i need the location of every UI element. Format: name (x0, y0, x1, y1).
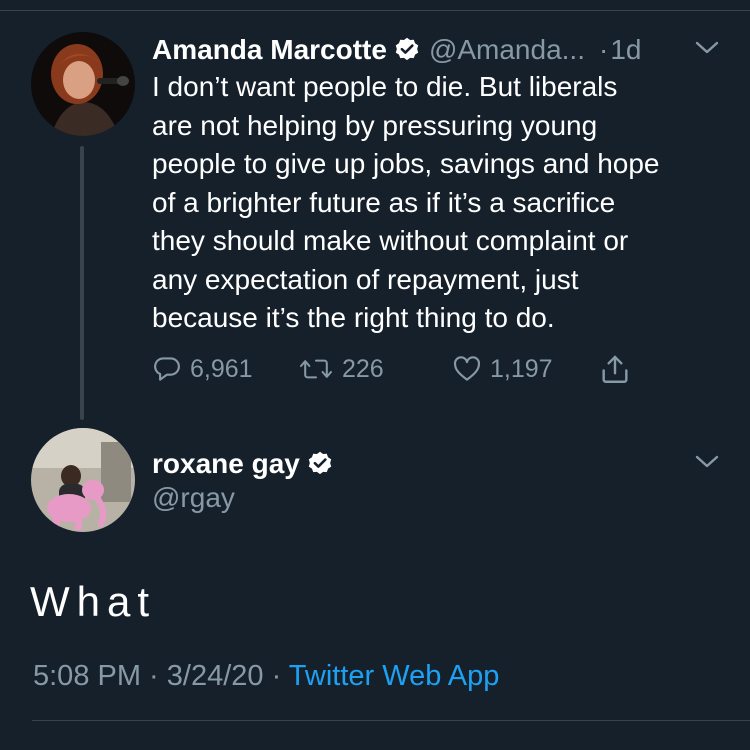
tweet1-action-bar: 6,961 226 1,197 (152, 350, 652, 388)
reply-count: 6,961 (190, 354, 253, 383)
tweet2-source-link[interactable]: Twitter Web App (289, 660, 500, 692)
verified-badge-icon (306, 450, 334, 478)
tweet2-text: What (30, 578, 157, 625)
tweet1-text: I don’t want people to die. But liberals… (152, 68, 732, 338)
tweet1-text-line: of a brighter future as if it’s a sacrif… (152, 186, 616, 218)
tweet1-text-line: are not helping by pressuring young (152, 109, 598, 141)
separator-dot: · (599, 34, 609, 65)
tweet1-time[interactable]: 1d (610, 34, 641, 66)
reply-button[interactable]: 6,961 (152, 350, 253, 388)
reply-icon (152, 354, 182, 384)
bottom-divider (32, 720, 750, 721)
tweet2-author-handle[interactable]: @rgay (152, 482, 235, 514)
tweet1-author-handle[interactable]: @Amanda... (429, 34, 585, 66)
retweet-count: 226 (342, 354, 384, 383)
avatar-roxane-gay[interactable] (31, 428, 135, 532)
like-button[interactable]: 1,197 (452, 350, 553, 388)
avatar-amanda-marcotte[interactable] (31, 32, 135, 136)
tweet1-text-line: because it’s the right thing to do. (152, 302, 555, 333)
tweet1-author-name[interactable]: Amanda Marcotte (152, 34, 387, 66)
like-icon (452, 354, 482, 384)
tweet2-timestamp[interactable]: 5:08 PM · 3/24/20 · (33, 660, 289, 692)
like-count: 1,197 (490, 354, 553, 383)
tweet2-meta: 5:08 PM · 3/24/20 · Twitter Web App (33, 660, 499, 693)
top-divider (0, 10, 750, 11)
tweet1-text-line: I don’t want people to die. But liberals (152, 71, 618, 102)
tweet1-text-line: people to give up jobs, savings and hope (152, 148, 660, 179)
chevron-down-icon[interactable] (694, 40, 720, 56)
chevron-down-icon[interactable] (694, 454, 720, 470)
tweet1-header: Amanda Marcotte @Amanda... · 1d (152, 30, 641, 70)
verified-badge-icon (393, 36, 421, 64)
share-button[interactable] (598, 350, 632, 388)
retweet-button[interactable]: 226 (298, 350, 384, 388)
share-icon (598, 352, 632, 386)
tweet2-header: roxane gay (152, 444, 342, 484)
tweet1-text-line: they should make without complaint or (152, 225, 629, 256)
tweet1-text-line: any expectation of repayment, just (152, 263, 579, 295)
retweet-icon (298, 354, 334, 384)
tweet2-author-name[interactable]: roxane gay (152, 448, 300, 480)
thread-connector-line (80, 146, 84, 420)
